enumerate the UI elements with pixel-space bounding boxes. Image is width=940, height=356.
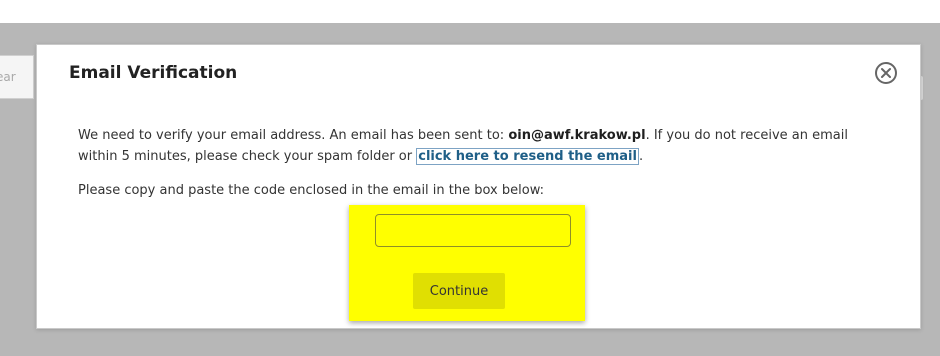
modal-title: Email Verification [69, 63, 238, 83]
email-verification-modal: Email Verification We need to verify you… [36, 44, 921, 329]
verification-highlight-area: Continue [349, 205, 585, 321]
close-button[interactable] [875, 62, 897, 84]
message-before-email: We need to verify your email address. An… [78, 128, 509, 143]
continue-button[interactable]: Continue [413, 273, 505, 309]
background-search-placeholder: ear [0, 70, 16, 84]
code-instruction: Please copy and paste the code enclosed … [78, 183, 544, 198]
resend-email-link[interactable]: click here to resend the email [416, 148, 639, 165]
verification-code-input[interactable] [375, 214, 571, 247]
page-top-strip [0, 0, 940, 23]
close-icon [881, 68, 891, 78]
email-address: oin@awf.krakow.pl [508, 128, 646, 143]
verification-message: We need to verify your email address. An… [78, 125, 858, 167]
message-end: . [638, 149, 644, 164]
background-search-input: ear [0, 55, 34, 99]
